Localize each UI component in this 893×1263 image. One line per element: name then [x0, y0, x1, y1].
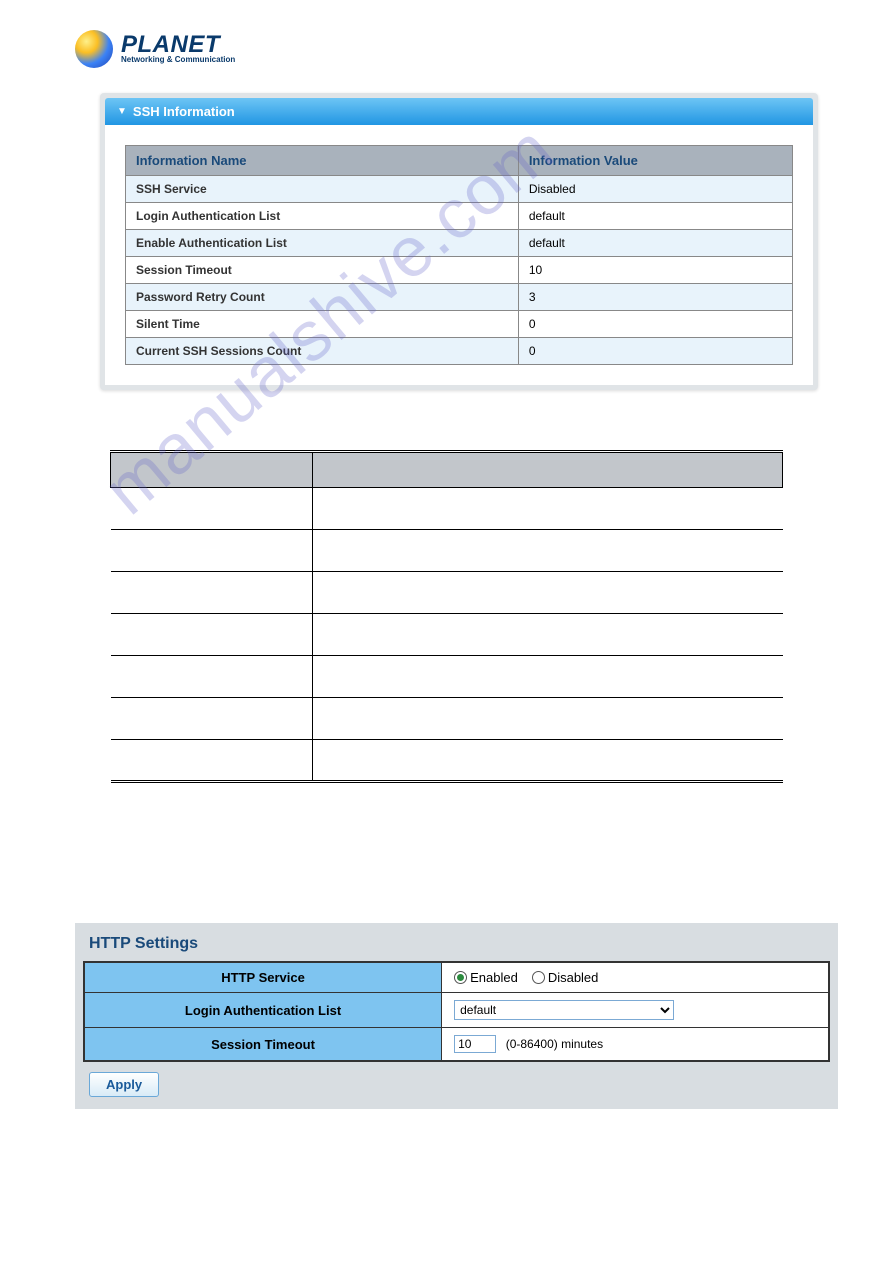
table-row: Login Authentication Listdefault	[126, 203, 793, 230]
col-info-name: Information Name	[126, 146, 519, 176]
table-row: Password Retry Count3	[126, 284, 793, 311]
ssh-info-table: Information Name Information Value SSH S…	[125, 145, 793, 365]
session-timeout-hint: (0-86400) minutes	[506, 1037, 603, 1051]
session-timeout-input[interactable]	[454, 1035, 496, 1053]
table-row: Session Timeout (0-86400) minutes	[84, 1028, 829, 1062]
http-enabled-option[interactable]: Enabled	[454, 970, 518, 985]
chevron-down-icon: ▼	[117, 106, 127, 117]
apply-button[interactable]: Apply	[89, 1072, 159, 1097]
http-settings-panel: HTTP Settings HTTP Service Enabled Disab…	[75, 923, 838, 1109]
http-disabled-option[interactable]: Disabled	[532, 970, 599, 985]
col-info-value: Information Value	[518, 146, 792, 176]
login-auth-select[interactable]: default	[454, 1000, 674, 1020]
logo-sub-text: Networking & Communication	[121, 55, 235, 64]
brand-logo: PLANET Networking & Communication	[0, 0, 893, 78]
table-row: Current SSH Sessions Count0	[126, 338, 793, 365]
blank-description-table	[110, 450, 783, 783]
http-settings-table: HTTP Service Enabled Disabled Login Auth…	[83, 961, 830, 1062]
table-row: Silent Time0	[126, 311, 793, 338]
globe-icon	[75, 30, 113, 68]
ssh-information-panel: ▼ SSH Information Information Name Infor…	[100, 93, 818, 390]
session-timeout-label: Session Timeout	[84, 1028, 442, 1062]
table-row: HTTP Service Enabled Disabled	[84, 962, 829, 993]
http-enabled-radio[interactable]	[454, 971, 467, 984]
table-row: Login Authentication List default	[84, 993, 829, 1028]
table-row: Session Timeout10	[126, 257, 793, 284]
ssh-panel-title: SSH Information	[133, 104, 235, 119]
login-auth-label: Login Authentication List	[84, 993, 442, 1028]
logo-main-text: PLANET	[121, 34, 235, 56]
http-service-label: HTTP Service	[84, 962, 442, 993]
ssh-panel-header[interactable]: ▼ SSH Information	[105, 98, 813, 125]
table-row: SSH ServiceDisabled	[126, 176, 793, 203]
table-row: Enable Authentication Listdefault	[126, 230, 793, 257]
http-panel-title: HTTP Settings	[83, 931, 830, 961]
http-disabled-radio[interactable]	[532, 971, 545, 984]
